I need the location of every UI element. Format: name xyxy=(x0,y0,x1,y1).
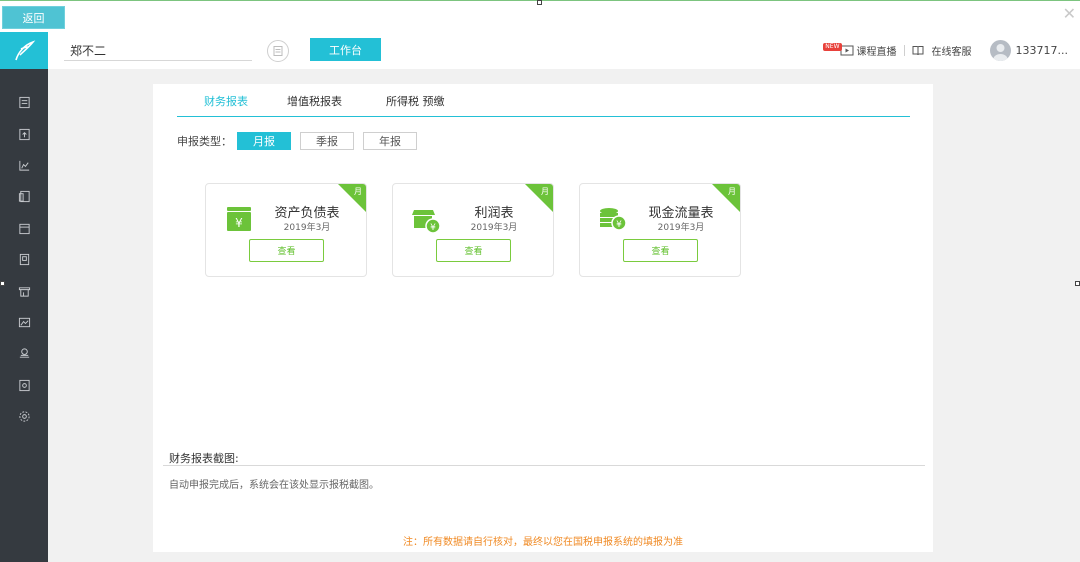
video-icon xyxy=(840,45,854,56)
type-monthly-button[interactable]: 月报 xyxy=(237,132,291,150)
svg-text:¥: ¥ xyxy=(235,216,243,230)
header-right: NEW 课程直播 在线客服 133717... xyxy=(823,38,1068,63)
tab-vat-report[interactable]: 增值税报表 xyxy=(287,93,342,109)
calendar-icon xyxy=(18,223,30,234)
report-type-row: 申报类型： 月报 季报 年报 xyxy=(177,132,426,150)
user-name[interactable]: 133717... xyxy=(1016,44,1068,57)
report-panel: 财务报表 增值税报表 所得税 预缴 申报类型： 月报 季报 年报 ¥ 资产负债表… xyxy=(153,84,933,552)
sidebar-item-settings[interactable] xyxy=(0,401,48,432)
image-icon xyxy=(18,317,30,328)
online-service-label: 在线客服 xyxy=(931,47,972,58)
sidebar-item-ledger[interactable] xyxy=(0,244,48,275)
footer-note: 注：所有数据请自行核对，最终以您在国税申报系统的填报为准 xyxy=(403,537,683,548)
app-logo[interactable] xyxy=(0,32,48,69)
tab-income-tax-prepay[interactable]: 所得税 预缴 xyxy=(386,93,445,109)
corner-label: 月 xyxy=(728,187,736,196)
type-quarterly-button[interactable]: 季报 xyxy=(300,132,354,150)
view-button[interactable]: 查看 xyxy=(436,239,511,262)
resize-handle[interactable] xyxy=(1075,281,1080,286)
workbench-button[interactable]: 工作台 xyxy=(310,38,381,61)
sidebar-item-stamp[interactable] xyxy=(0,338,48,369)
avatar[interactable] xyxy=(989,40,1011,61)
stamp-icon xyxy=(19,348,29,358)
sidebar-item-chart[interactable] xyxy=(0,150,48,181)
resize-handle[interactable] xyxy=(0,281,5,286)
settings-icon xyxy=(18,411,30,422)
user-icon xyxy=(993,44,1008,61)
upload-icon xyxy=(18,128,30,140)
resize-handle[interactable] xyxy=(537,0,542,5)
divider xyxy=(163,465,925,466)
screenshot-section-text: 自动申报完成后，系统会在该处显示报税截图。 xyxy=(169,480,379,491)
invoice-icon xyxy=(18,379,30,391)
report-tabs: 财务报表 增值税报表 所得税 预缴 xyxy=(177,84,910,117)
feather-logo-icon xyxy=(15,39,36,60)
sidebar-item-invoice[interactable] xyxy=(0,370,48,401)
new-badge: NEW xyxy=(823,42,842,51)
card-date: 2019年3月 xyxy=(657,223,705,233)
close-icon[interactable]: ✕ xyxy=(1063,6,1076,22)
book-icon xyxy=(912,46,924,56)
report-icon xyxy=(18,191,30,203)
chart-icon xyxy=(18,160,29,171)
card-income-statement: ¥ 利润表 2019年3月 查看 月 xyxy=(392,183,554,277)
view-button[interactable]: 查看 xyxy=(249,239,324,262)
card-balance-sheet: ¥ 资产负债表 2019年3月 查看 月 xyxy=(205,183,367,277)
company-name-field[interactable]: 郑不二 xyxy=(64,41,252,61)
workspace: 财务报表 增值税报表 所得税 预缴 申报类型： 月报 季报 年报 ¥ 资产负债表… xyxy=(48,69,1080,562)
sidebar-item-image[interactable] xyxy=(0,307,48,338)
ledger-icon xyxy=(19,254,29,266)
report-type-label: 申报类型： xyxy=(177,135,232,148)
view-button[interactable]: 查看 xyxy=(623,239,698,262)
sidebar-item-shop[interactable] xyxy=(0,275,48,306)
sidebar-item-calendar[interactable] xyxy=(0,213,48,244)
shop-icon xyxy=(18,286,30,297)
corner-label: 月 xyxy=(354,187,362,196)
card-cash-flow-statement: ¥ 现金流量表 2019年3月 查看 月 xyxy=(579,183,741,277)
screenshot-section-title: 财务报表截图: xyxy=(169,452,239,465)
online-service-link[interactable]: 在线客服 xyxy=(912,43,972,58)
sidebar-item-report[interactable] xyxy=(0,181,48,212)
tab-financial-statements[interactable]: 财务报表 xyxy=(204,93,248,109)
back-button[interactable]: 返回 xyxy=(2,6,65,29)
corner-label: 月 xyxy=(541,187,549,196)
list-icon xyxy=(273,46,283,56)
company-switch-button[interactable] xyxy=(267,40,289,62)
card-date: 2019年3月 xyxy=(470,223,518,233)
type-yearly-button[interactable]: 年报 xyxy=(363,132,417,150)
course-live-label: 课程直播 xyxy=(856,47,897,58)
header: 郑不二 工作台 NEW 课程直播 在线客服 133717... xyxy=(48,32,1080,69)
course-live-link[interactable]: NEW 课程直播 xyxy=(823,42,897,58)
card-date: 2019年3月 xyxy=(283,223,331,233)
doc-icon xyxy=(18,97,30,109)
sidebar xyxy=(0,32,48,562)
separator xyxy=(903,45,905,56)
sidebar-item-upload[interactable] xyxy=(0,118,48,149)
sidebar-item-doc[interactable] xyxy=(0,87,48,118)
